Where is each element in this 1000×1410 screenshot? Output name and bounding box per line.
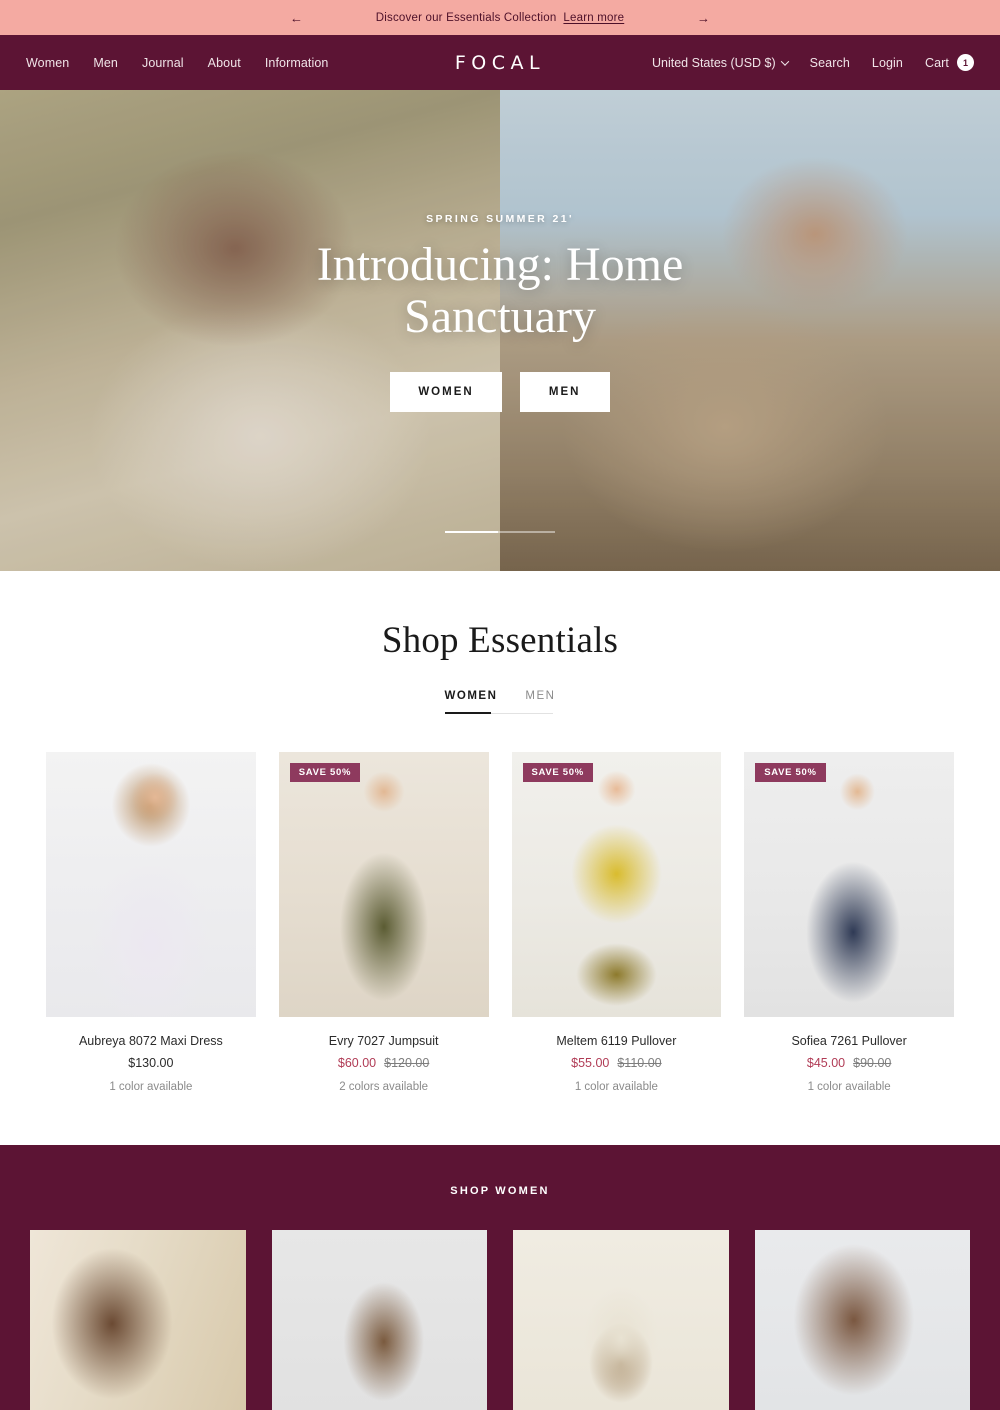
nav-item-women[interactable]: Women (26, 56, 69, 70)
product-image[interactable] (46, 752, 256, 1017)
product-title: Aubreya 8072 Maxi Dress (78, 1034, 223, 1048)
login-link[interactable]: Login (872, 56, 903, 70)
product-image[interactable]: SAVE 50% (744, 752, 954, 1017)
hero-cta-women[interactable]: WOMEN (390, 372, 502, 413)
announcement-prev-icon[interactable]: ← (290, 11, 303, 24)
product-compare-at-price: $90.00 (853, 1056, 892, 1070)
section-title: Shop Essentials (381, 620, 619, 661)
sale-badge: SAVE 50% (755, 763, 826, 782)
announcement-text: Discover our Essentials Collection Learn… (376, 12, 624, 24)
product-color-count: 2 colors available (339, 1081, 429, 1093)
product-grid: Aubreya 8072 Maxi Dress $130.00 1 color … (0, 752, 1000, 1093)
shop-women-card[interactable] (30, 1230, 246, 1410)
product-image[interactable]: SAVE 50% (278, 752, 489, 1017)
sale-badge: SAVE 50% (522, 763, 593, 782)
cart-button[interactable]: Cart 1 (925, 54, 974, 71)
shop-women-card[interactable] (754, 1230, 970, 1410)
locale-label: United States (USD $) (652, 55, 776, 70)
product-photo-maxi-dress (46, 752, 256, 1017)
cart-label: Cart (924, 55, 949, 70)
product-color-count: 1 color available (574, 1081, 658, 1093)
hero-eyebrow: SPRING SUMMER 21' (426, 212, 574, 225)
announcement-next-icon[interactable]: → (697, 11, 710, 24)
tab-men[interactable]: MEN (525, 690, 555, 713)
announcement-bar: ← Discover our Essentials Collection Lea… (0, 0, 1000, 35)
product-color-count: 1 color available (807, 1081, 891, 1093)
announcement-learn-more-link[interactable]: Learn more (563, 12, 624, 24)
search-button[interactable]: Search (810, 56, 850, 70)
product-card[interactable]: Aubreya 8072 Maxi Dress $130.00 1 color … (46, 752, 256, 1093)
hero-content: SPRING SUMMER 21' Introducing: Home Sanc… (0, 90, 1000, 571)
product-photo-jumpsuit (278, 752, 489, 1017)
product-price-row: $45.00 $90.00 (744, 1056, 954, 1070)
shop-women-grid (0, 1230, 1000, 1410)
product-card[interactable]: SAVE 50% Evry 7027 Jumpsuit $60.00 $120.… (278, 752, 489, 1093)
cart-count-badge: 1 (957, 54, 974, 71)
product-price-row: $60.00 $120.00 (279, 1056, 489, 1070)
product-price-row: $55.00 $110.00 (512, 1056, 722, 1070)
product-image[interactable]: SAVE 50% (511, 752, 722, 1017)
product-price: $60.00 (337, 1056, 377, 1070)
primary-navigation: Women Men Journal About Information (26, 56, 328, 70)
tab-women[interactable]: WOMEN (445, 690, 498, 713)
hero-cta-group: WOMEN MEN (390, 372, 610, 413)
site-logo[interactable]: FOCAL (455, 52, 545, 74)
product-card[interactable]: SAVE 50% Meltem 6119 Pullover $55.00 $11… (511, 752, 722, 1093)
sale-badge: SAVE 50% (289, 763, 361, 782)
site-header: Women Men Journal About Information FOCA… (0, 35, 1000, 90)
nav-item-journal[interactable]: Journal (142, 56, 184, 70)
product-price-row: $130.00 (46, 1056, 256, 1070)
hero-slider: SPRING SUMMER 21' Introducing: Home Sanc… (0, 90, 1000, 571)
announcement-message: Discover our Essentials Collection (375, 11, 557, 24)
nav-item-information[interactable]: Information (265, 56, 329, 70)
product-compare-at-price: $120.00 (384, 1056, 430, 1070)
product-compare-at-price: $110.00 (617, 1056, 662, 1070)
hero-slider-progress-fill (445, 531, 498, 533)
product-price: $55.00 (571, 1056, 610, 1070)
hero-slider-progress[interactable] (445, 531, 555, 533)
shop-essentials-section: Shop Essentials WOMEN MEN Aubreya 8072 M… (0, 571, 1000, 1145)
nav-item-about[interactable]: About (208, 56, 241, 70)
hero-title: Introducing: Home Sanctuary (316, 237, 684, 343)
shop-women-card[interactable] (271, 1230, 487, 1410)
hero-cta-men[interactable]: MEN (519, 372, 610, 413)
product-price: $130.00 (128, 1056, 174, 1070)
essentials-tabs: WOMEN MEN (445, 690, 555, 714)
product-price: $45.00 (806, 1056, 846, 1070)
nav-item-men[interactable]: Men (93, 56, 118, 70)
product-title: Evry 7027 Jumpsuit (328, 1034, 439, 1048)
shop-women-section: SHOP WOMEN (0, 1145, 1000, 1410)
utility-navigation: United States (USD $) Search Login Cart … (652, 54, 974, 71)
product-color-count: 1 color available (109, 1081, 193, 1093)
product-title: Meltem 6119 Pullover (556, 1034, 677, 1048)
chevron-down-icon (780, 56, 789, 66)
shop-women-title: SHOP WOMEN (450, 1185, 550, 1197)
shop-women-card[interactable] (513, 1230, 729, 1410)
product-photo-yellow-pullover (511, 752, 722, 1017)
locale-selector[interactable]: United States (USD $) (652, 55, 789, 70)
product-title: Sofiea 7261 Pullover (791, 1034, 907, 1048)
product-card[interactable]: SAVE 50% Sofiea 7261 Pullover $45.00 $90… (744, 752, 954, 1093)
product-photo-navy-pullover (744, 752, 954, 1017)
